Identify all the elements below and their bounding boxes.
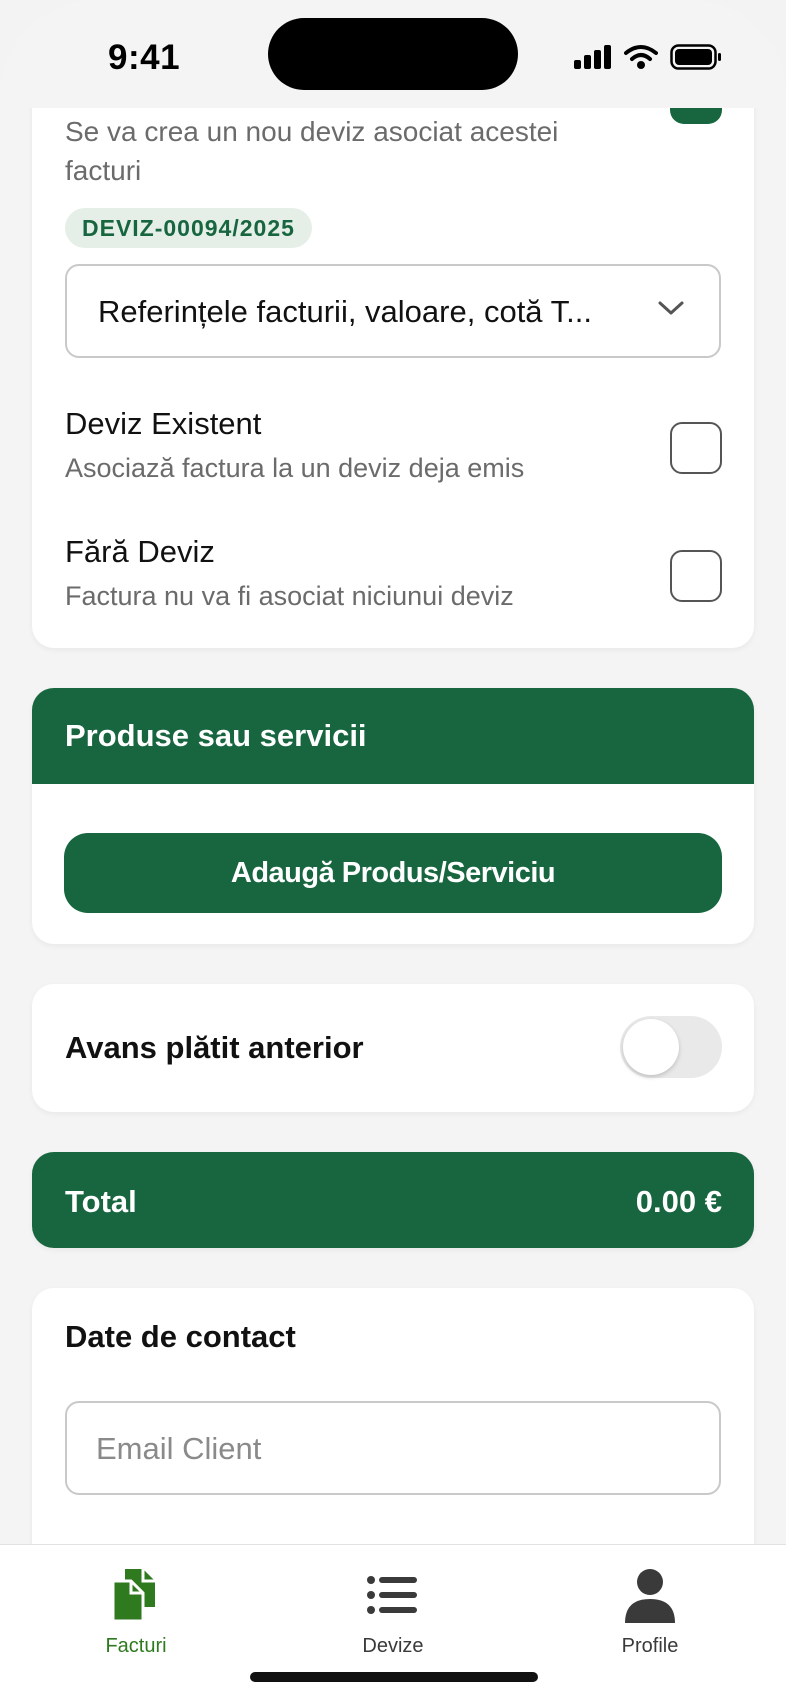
fara-deviz-subtitle: Factura nu va fi asociat niciunui deviz	[65, 581, 514, 611]
avans-card: Avans plătit anterior	[32, 984, 754, 1112]
list-icon	[313, 1567, 473, 1623]
tab-facturi[interactable]: Facturi	[56, 1567, 216, 1667]
tab-profile[interactable]: Profile	[570, 1567, 730, 1667]
deviz-existent-subtitle: Asociază factura la un deviz deja emis	[65, 453, 525, 483]
status-bar: 9:41	[0, 0, 786, 108]
chevron-down-icon	[657, 298, 685, 323]
documents-icon	[56, 1567, 216, 1623]
total-label: Total	[65, 1184, 137, 1219]
total-value: 0.00 €	[635, 1184, 722, 1219]
battery-icon	[670, 44, 722, 75]
dynamic-island	[268, 18, 518, 90]
deviz-options-card: Se va crea un nou deviz asociat acestei …	[32, 60, 754, 648]
deviz-nou-description: Se va crea un nou deviz asociat acestei …	[65, 116, 559, 186]
reference-select[interactable]: Referințele facturii, valoare, cotă T...	[65, 264, 721, 358]
products-header: Produse sau servicii	[32, 688, 754, 784]
fara-deviz-checkbox[interactable]	[670, 550, 722, 602]
products-title: Produse sau servicii	[65, 718, 367, 753]
tab-profile-label: Profile	[621, 1635, 679, 1657]
tab-devize[interactable]: Devize	[313, 1567, 473, 1667]
person-icon	[570, 1567, 730, 1623]
deviz-existent-title: Deviz Existent	[65, 406, 262, 441]
total-card: Total 0.00 €	[32, 1152, 754, 1248]
status-icons	[574, 44, 722, 75]
cellular-signal-icon	[574, 45, 612, 74]
email-input[interactable]	[96, 1425, 686, 1473]
reference-select-value: Referințele facturii, valoare, cotă T...	[98, 294, 592, 329]
avans-label: Avans plătit anterior	[65, 1030, 364, 1065]
toggle-knob	[623, 1019, 679, 1075]
add-product-button[interactable]: Adaugă Produs/Serviciu	[64, 833, 722, 913]
contact-card: Date de contact	[32, 1288, 754, 1588]
tab-facturi-label: Facturi	[105, 1635, 167, 1657]
wifi-icon	[624, 44, 658, 75]
fara-deviz-title: Fără Deviz	[65, 534, 215, 569]
deviz-number-badge: DEVIZ-00094/2025	[65, 208, 312, 248]
tab-devize-label: Devize	[362, 1635, 424, 1657]
home-indicator	[250, 1672, 538, 1682]
products-card: Produse sau servicii Adaugă Produs/Servi…	[32, 688, 754, 944]
deviz-existent-checkbox[interactable]	[670, 422, 722, 474]
avans-toggle[interactable]	[620, 1016, 722, 1078]
status-time: 9:41	[108, 38, 181, 77]
email-field[interactable]	[65, 1401, 721, 1495]
app-screen: Se va crea un nou deviz asociat acestei …	[0, 0, 786, 1704]
contact-title: Date de contact	[65, 1319, 296, 1354]
